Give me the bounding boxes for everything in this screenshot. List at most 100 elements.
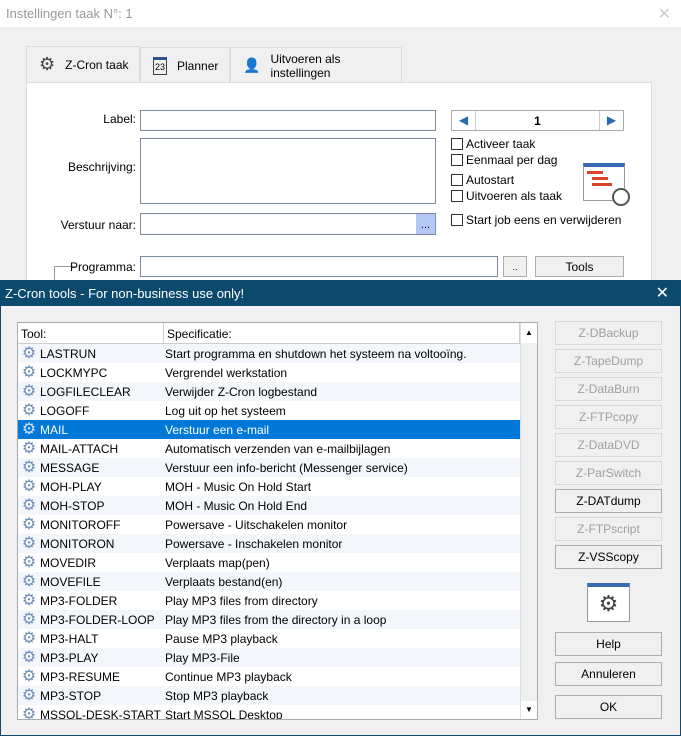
checkbox-uitvoeren-als-taak[interactable]: Uitvoeren als taak [451,189,562,203]
checkbox-start-job-eens[interactable]: Start job eens en verwijderen [451,213,621,227]
tool-name: MP3-HALT [40,631,99,646]
table-row[interactable]: ⚙ LOGOFF Log uit op het systeem [18,401,520,420]
table-row[interactable]: ⚙ MOVEFILE Verplaats bestand(en) [18,572,520,591]
tool-spec: Powersave - Uitschakelen monitor [165,517,348,532]
table-row[interactable]: ⚙ LASTRUN Start programma en shutdown het … [18,344,520,363]
gear-icon: ⚙ [21,401,37,419]
table-row[interactable]: ⚙ MP3-STOP Stop MP3 playback [18,686,520,705]
table-row[interactable]: ⚙ MP3-FOLDER Play MP3 files from directory [18,591,520,610]
checkbox-label: Autostart [466,173,515,187]
checkbox-label: Start job eens en verwijderen [466,213,622,227]
tool-button-z-datdump[interactable]: Z-DATdump [555,489,662,513]
tool-name: MP3-FOLDER [40,593,118,608]
gear-icon: ⚙ [21,610,37,628]
table-row[interactable]: ⚙ LOGFILECLEAR Verwijder Z-Cron logbestand [18,382,520,401]
tool-name: MAIL-ATTACH [40,441,119,456]
tools-list[interactable]: Tool: Specificatie: ⚙ LASTRUN Start progra… [17,322,538,720]
table-row[interactable]: ⚙ LOCKMYPC Vergrendel werkstation [18,363,520,382]
table-row[interactable]: ⚙ MP3-RESUME Continue MP3 playback [18,667,520,686]
table-row[interactable]: ⚙ MOH-STOP MOH - Music On Hold End [18,496,520,515]
tool-button-z-ftpscript: Z-FTPscript [555,517,662,541]
gear-icon: ⚙ [21,496,37,514]
gear-icon: ⚙ [21,515,37,533]
previous-arrow-icon[interactable]: ◀ [452,111,476,130]
tool-spec: Vergrendel werkstation [165,365,288,380]
tool-spec: Verplaats bestand(en) [165,574,283,589]
checkbox-label: Activeer taak [466,137,536,151]
tool-name: LOGFILECLEAR [40,384,131,399]
next-arrow-icon[interactable]: ▶ [599,111,623,130]
program-browse-button[interactable]: .. [503,256,527,277]
send-to-label: Verstuur naar: [60,218,136,232]
help-button[interactable]: Help [555,632,662,656]
tab-label: Uitvoeren als instellingen [270,51,341,80]
tool-name: MOH-PLAY [40,479,102,494]
tool-spec: Log uit op het systeem [165,403,286,418]
table-row[interactable]: ⚙ MP3-HALT Pause MP3 playback [18,629,520,648]
tool-button-z-vsscopy[interactable]: Z-VSScopy [555,545,662,569]
gear-icon: ⚙ [21,572,37,590]
table-row[interactable]: ⚙ MP3-FOLDER-LOOP Play MP3 files from the … [18,610,520,629]
scrollbar[interactable]: ▲ ▼ [520,323,537,719]
description-input[interactable] [140,138,436,204]
program-input[interactable] [140,256,498,277]
tool-spec: Automatisch verzenden van e-mailbijlagen [165,441,391,456]
tool-name: MP3-RESUME [40,669,121,684]
table-row[interactable]: ⚙ MONITORON Powersave - Inschakelen monito… [18,534,520,553]
scroll-up-icon[interactable]: ▲ [521,323,537,343]
tools-button[interactable]: Tools [535,256,624,277]
ok-button[interactable]: OK [555,695,662,719]
tool-spec: MOH - Music On Hold End [165,498,308,513]
column-header-tool[interactable]: Tool: [18,323,164,344]
scroll-down-icon[interactable]: ▼ [521,701,537,719]
gear-icon: ⚙ [21,534,37,552]
table-row[interactable]: ⚙ MESSAGE Verstuur een info-bericht (Messe… [18,458,520,477]
tool-button-z-datadvd: Z-DataDVD [555,433,662,457]
tool-button-z-dbackup: Z-DBackup [555,321,662,345]
gear-icon: ⚙ [21,648,37,666]
calendar-icon: 23 [153,56,168,75]
table-row[interactable]: ⚙ MAIL-ATTACH Automatisch verzenden van e-… [18,439,520,458]
gear-icon: ⚙ [21,477,37,495]
gear-icon: ⚙ [21,686,37,704]
window-close-button[interactable]: ✕ [658,4,671,24]
table-row[interactable]: ⚙ MSSQL-DESK-START Start MSSQL Desktop [18,705,520,719]
user-icon: 👤 [243,57,261,73]
send-to-input[interactable] [140,213,436,235]
tool-name: MOVEDIR [40,555,97,570]
tool-name: MESSAGE [40,460,100,475]
checkbox-activeer-taak[interactable]: Activeer taak [451,137,535,151]
tool-spec: Play MP3-File [165,650,240,665]
table-row[interactable]: ⚙ MONITOROFF Powersave - Uitschakelen moni… [18,515,520,534]
table-row[interactable]: ⚙ MAIL Verstuur een e-mail [18,420,520,439]
table-row[interactable]: ⚙ MOH-PLAY MOH - Music On Hold Start [18,477,520,496]
checkbox-autostart[interactable]: Autostart [451,173,514,187]
tab-planner[interactable]: 23 Planner [140,47,230,83]
dialog-close-button[interactable]: ✕ [656,283,669,303]
tool-name: LOCKMYPC [40,365,108,380]
column-header-specificatie[interactable]: Specificatie: [164,323,520,344]
table-row[interactable]: ⚙ MOVEDIR Verplaats map(pen) [18,553,520,572]
label-input[interactable] [140,110,436,131]
tool-spec: Stop MP3 playback [165,688,269,703]
description-label: Beschrijving: [67,160,136,174]
tool-name: MAIL [40,422,69,437]
tool-button-z-parswitch: Z-ParSwitch [555,461,662,485]
tool-spec: Powersave - Inschakelen monitor [165,536,343,551]
tool-spec: Verstuur een e-mail [165,422,270,437]
checkbox-eenmaal-per-dag[interactable]: Eenmaal per dag [451,153,557,167]
tool-name: MP3-FOLDER-LOOP [40,612,155,627]
tool-name: MOH-STOP [40,498,105,513]
tab-uitvoeren-als[interactable]: 👤 Uitvoeren als instellingen [230,47,402,83]
cancel-button[interactable]: Annuleren [555,662,662,686]
tab-zcron-taak[interactable]: ⚙ Z-Cron taak [26,46,140,82]
table-row[interactable]: ⚙ MP3-PLAY Play MP3-File [18,648,520,667]
schedule-icon [583,163,630,206]
tool-spec: Start programma en shutdown het systeem … [165,346,467,361]
tool-button-z-ftpcopy: Z-FTPcopy [555,405,662,429]
tool-button-z-databurn: Z-DataBurn [555,377,662,401]
gear-icon: ⚙ [21,591,37,609]
tool-name: MONITORON [40,536,115,551]
send-to-browse-button[interactable]: ... [416,214,435,234]
tool-spec: Verplaats map(pen) [165,555,270,570]
